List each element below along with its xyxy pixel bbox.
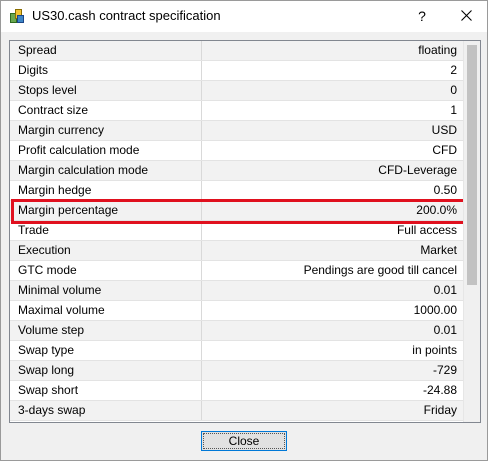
table-row[interactable]: Spread floating [10,41,463,61]
table-row[interactable]: Margin hedge 0.50 [10,181,463,201]
table-row[interactable]: Maximal volume 1000.00 [10,301,463,321]
property-name: Volume step [10,321,202,340]
property-value: Pendings are good till cancel [303,263,457,277]
table-row[interactable]: Stops level 0 [10,81,463,101]
property-value: -24.88 [422,383,457,397]
table-row[interactable]: Execution Market [10,241,463,261]
property-name: Minimal volume [10,281,202,300]
table-row[interactable]: Swap type in points [10,341,463,361]
property-name: 3-days swap [10,401,202,420]
property-value: Friday [423,403,457,417]
table-row[interactable]: Profit calculation mode CFD [10,141,463,161]
property-value: floating [418,43,457,57]
property-value: CFD [432,143,457,157]
property-value: 0.01 [433,283,457,297]
property-value: 2 [450,63,457,77]
property-value: -729 [432,363,457,377]
vertical-scrollbar[interactable] [463,41,480,422]
property-value: 0 [450,83,457,97]
property-name: Digits [10,61,202,80]
property-name: Margin hedge [10,181,202,200]
table-row[interactable]: Swap long -729 [10,361,463,381]
specification-rows: Spread floating Digits 2 Stops level 0 Contrac… [10,41,463,421]
property-value: 0.50 [433,183,457,197]
property-name: Swap type [10,341,202,360]
property-value: 1000.00 [413,303,457,317]
table-row[interactable]: Margin percentage 200.0% [10,201,463,221]
property-name: Margin currency [10,121,202,140]
property-value: Market [420,243,457,257]
property-name: Margin percentage [10,201,202,220]
property-name: Trade [10,221,202,240]
property-value: CFD-Leverage [378,163,457,177]
table-row[interactable]: Minimal volume 0.01 [10,281,463,301]
table-row[interactable]: Margin calculation mode CFD-Leverage [10,161,463,181]
property-value: USD [431,123,457,137]
property-value: in points [412,343,457,357]
table-row[interactable]: Swap short -24.88 [10,381,463,401]
property-name: Stops level [10,81,202,100]
specification-table[interactable]: Spread floating Digits 2 Stops level 0 Contrac… [9,40,481,423]
table-row[interactable]: Margin currency USD [10,121,463,141]
window-title: US30.cash contract specification [32,8,221,23]
help-button[interactable]: ? [409,4,435,28]
property-name: Maximal volume [10,301,202,320]
property-value: Full access [396,223,457,237]
table-row[interactable]: 3-days swap Friday [10,401,463,421]
property-name: Contract size [10,101,202,120]
property-name: Swap long [10,361,202,380]
window-close-button[interactable] [451,4,481,28]
property-name: Margin calculation mode [10,161,202,180]
property-value: 1 [450,103,457,117]
property-name: Execution [10,241,202,260]
close-button[interactable]: Close [201,431,287,451]
property-name: Spread [10,41,202,60]
table-row[interactable]: Volume step 0.01 [10,321,463,341]
property-name: Profit calculation mode [10,141,202,160]
property-value: 200.0% [416,203,457,217]
table-row[interactable]: Digits 2 [10,61,463,81]
title-bar[interactable]: US30.cash contract specification ? [1,1,487,32]
close-icon [460,10,472,21]
property-value: 0.01 [433,323,457,337]
contract-specification-dialog: US30.cash contract specification ? Sprea… [0,0,488,461]
table-row[interactable]: Contract size 1 [10,101,463,121]
scrollbar-thumb[interactable] [467,45,477,285]
property-name: GTC mode [10,261,202,280]
table-row[interactable]: Trade Full access [10,221,463,241]
app-icon [10,9,24,23]
table-row[interactable]: GTC mode Pendings are good till cancel [10,261,463,281]
property-name: Swap short [10,381,202,400]
